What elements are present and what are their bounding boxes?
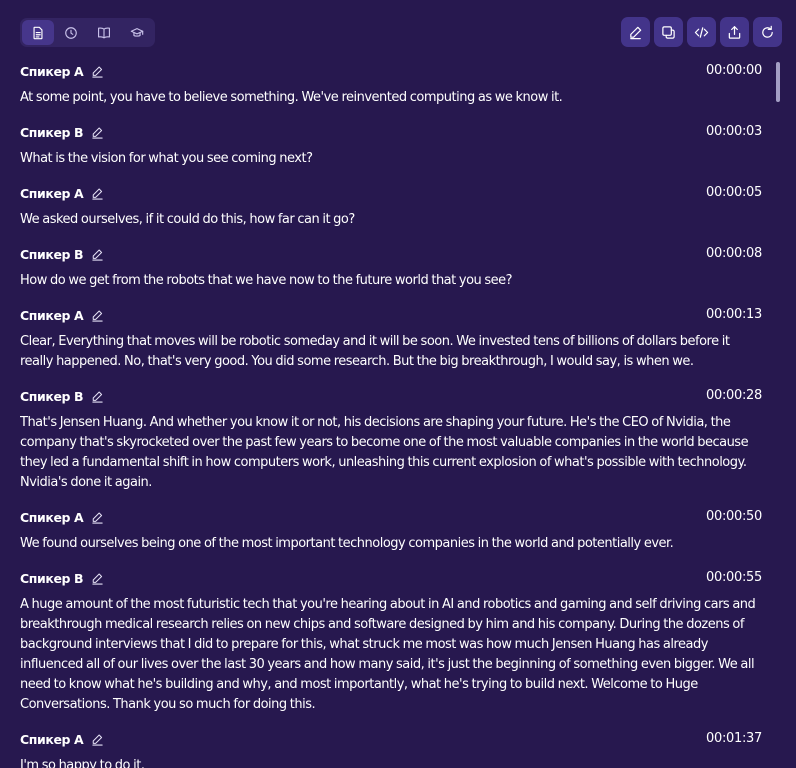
embed-code-button[interactable]: [687, 17, 716, 47]
segment-text: We found ourselves being one of the most…: [20, 536, 674, 551]
timestamp[interactable]: 00:00:13: [706, 306, 762, 324]
timestamp[interactable]: 00:00:50: [706, 508, 762, 526]
segment-text: That's Jensen Huang. And whether you kno…: [20, 415, 749, 490]
transcript-list: Спикер A 00:00:00 At some point, you hav…: [20, 62, 762, 768]
pencil-icon: [92, 310, 103, 322]
tab-reader[interactable]: [88, 20, 120, 45]
edit-speaker-button[interactable]: [91, 733, 104, 746]
tab-learn[interactable]: [121, 20, 153, 45]
speaker-name: Спикер A: [20, 63, 84, 79]
clock-icon: [65, 26, 77, 39]
segment-text: At some point, you have to believe somet…: [20, 90, 563, 105]
segment-text: How do we get from the robots that we ha…: [20, 273, 513, 288]
tab-timeline[interactable]: [55, 20, 87, 45]
graduation-cap-icon: [130, 27, 144, 37]
scrollbar-thumb[interactable]: [776, 62, 780, 102]
pencil-icon: [630, 26, 642, 39]
transcript-segment: Спикер B 00:00:08 How do we get from the…: [20, 245, 762, 291]
timestamp[interactable]: 00:01:37: [706, 730, 762, 748]
pencil-icon: [92, 573, 103, 585]
pencil-icon: [92, 249, 103, 261]
action-buttons: [621, 17, 782, 47]
pencil-icon: [92, 188, 103, 200]
timestamp[interactable]: 00:00:28: [706, 387, 762, 405]
segment-header: Спикер B 00:00:55: [20, 569, 762, 587]
segment-text: What is the vision for what you see comi…: [20, 151, 313, 166]
pencil-icon: [92, 734, 103, 746]
transcript-segment: Спикер B 00:00:28 That's Jensen Huang. A…: [20, 387, 762, 493]
share-icon: [728, 25, 741, 39]
speaker-name: Спикер B: [20, 124, 84, 140]
timestamp[interactable]: 00:00:03: [706, 123, 762, 141]
segment-text: Clear, Everything that moves will be rob…: [20, 334, 730, 369]
speaker-name: Спикер A: [20, 307, 84, 323]
document-icon: [33, 26, 43, 39]
view-tabs: [20, 18, 155, 47]
edit-speaker-button[interactable]: [91, 126, 104, 139]
transcript-segment: Спикер B 00:00:55 A huge amount of the m…: [20, 569, 762, 715]
timestamp[interactable]: 00:00:55: [706, 569, 762, 587]
segment-text: A huge amount of the most futuristic tec…: [20, 597, 756, 712]
segment-header: Спикер B 00:00:28: [20, 387, 762, 405]
pencil-icon: [92, 66, 103, 78]
transcript-segment: Спикер B 00:00:03 What is the vision for…: [20, 123, 762, 169]
book-icon: [98, 27, 110, 38]
edit-speaker-button[interactable]: [91, 187, 104, 200]
export-button[interactable]: [720, 17, 749, 47]
segment-header: Спикер A 00:00:05: [20, 184, 762, 202]
segment-header: Спикер A 00:00:13: [20, 306, 762, 324]
speaker-name: Спикер B: [20, 570, 84, 586]
speaker-name: Спикер A: [20, 185, 84, 201]
segment-header: Спикер A 00:00:50: [20, 508, 762, 526]
transcript-segment: Спикер A 00:00:00 At some point, you hav…: [20, 62, 762, 108]
refresh-icon: [762, 25, 773, 38]
transcript-segment: Спикер A 00:00:50 We found ourselves bei…: [20, 508, 762, 554]
edit-speaker-button[interactable]: [91, 248, 104, 261]
edit-speaker-button[interactable]: [91, 511, 104, 524]
timestamp[interactable]: 00:00:00: [706, 62, 762, 80]
edit-button[interactable]: [621, 17, 650, 47]
speaker-name: Спикер B: [20, 388, 84, 404]
copy-button[interactable]: [654, 17, 683, 47]
edit-speaker-button[interactable]: [91, 390, 104, 403]
transcript-segment: Спикер A 00:00:13 Clear, Everything that…: [20, 306, 762, 372]
code-icon: [694, 26, 709, 38]
transcript-segment: Спикер A 00:00:05 We asked ourselves, if…: [20, 184, 762, 230]
speaker-name: Спикер B: [20, 246, 84, 262]
speaker-name: Спикер A: [20, 509, 84, 525]
timestamp[interactable]: 00:00:05: [706, 184, 762, 202]
segment-header: Спикер A 00:00:00: [20, 62, 762, 80]
pencil-icon: [92, 127, 103, 139]
edit-speaker-button[interactable]: [91, 309, 104, 322]
tab-transcript[interactable]: [22, 20, 54, 45]
edit-speaker-button[interactable]: [91, 572, 104, 585]
scrollbar[interactable]: [776, 62, 780, 768]
timestamp[interactable]: 00:00:08: [706, 245, 762, 263]
speaker-name: Спикер A: [20, 731, 84, 747]
segment-text: We asked ourselves, if it could do this,…: [20, 212, 355, 227]
segment-header: Спикер B 00:00:03: [20, 123, 762, 141]
copy-icon: [662, 25, 675, 39]
pencil-icon: [92, 512, 103, 524]
refresh-button[interactable]: [753, 17, 782, 47]
transcript-segment: Спикер A 00:01:37 I'm so happy to do it.: [20, 730, 762, 768]
segment-header: Спикер B 00:00:08: [20, 245, 762, 263]
segment-header: Спикер A 00:01:37: [20, 730, 762, 748]
pencil-icon: [92, 391, 103, 403]
segment-text: I'm so happy to do it.: [20, 758, 145, 768]
edit-speaker-button[interactable]: [91, 65, 104, 78]
toolbar: [20, 17, 782, 47]
